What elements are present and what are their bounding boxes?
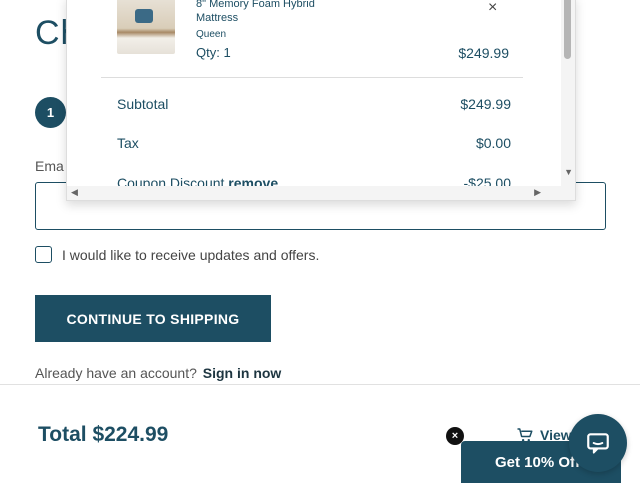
product-variant: Queen [196,29,227,40]
continue-to-shipping-button[interactable]: CONTINUE TO SHIPPING [35,295,271,342]
chat-icon [587,433,609,454]
product-image [117,0,175,54]
horizontal-scrollbar[interactable]: ◀ ▶ [67,186,563,200]
newsletter-checkbox[interactable] [35,246,52,263]
divider [101,77,523,78]
order-total: Total $224.99 [38,423,169,446]
product-quantity: Qty: 1 [196,45,231,60]
sign-in-link[interactable]: Sign in now [203,365,282,381]
checkout-page: Ch 1 Ema I would like to receive updates… [0,0,640,483]
subtotal-label: Subtotal [117,96,169,112]
subtotal-row: Subtotal $249.99 [117,96,511,112]
vertical-scrollbar[interactable]: ▼ [561,0,575,200]
product-price: $249.99 [458,45,509,61]
step-number-badge: 1 [35,97,66,128]
newsletter-option[interactable]: I would like to receive updates and offe… [35,246,319,263]
scroll-down-arrow-icon[interactable]: ▼ [564,167,573,177]
cart-dropdown: 8" Memory Foam Hybrid Mattress Queen × Q… [66,0,576,201]
scroll-right-arrow-icon[interactable]: ▶ [534,187,541,198]
sticky-total-bar: Total $224.99 View Get 10% Off × [0,384,640,483]
email-label: Ema [35,158,64,174]
tax-label: Tax [117,135,139,151]
scroll-left-arrow-icon[interactable]: ◀ [71,187,78,198]
subtotal-value: $249.99 [460,96,511,112]
scrollbar-thumb[interactable] [564,0,571,59]
remove-item-icon[interactable]: × [488,0,497,17]
tax-value: $0.00 [475,135,511,151]
account-prompt: Already have an account? Sign in now [35,365,281,381]
promo-close-icon[interactable]: × [446,427,464,445]
product-name[interactable]: 8" Memory Foam Hybrid Mattress [196,0,316,25]
account-prompt-text: Already have an account? [35,365,197,381]
newsletter-label: I would like to receive updates and offe… [62,246,320,263]
chat-button[interactable] [569,414,627,472]
tax-row: Tax $0.00 [117,135,511,151]
